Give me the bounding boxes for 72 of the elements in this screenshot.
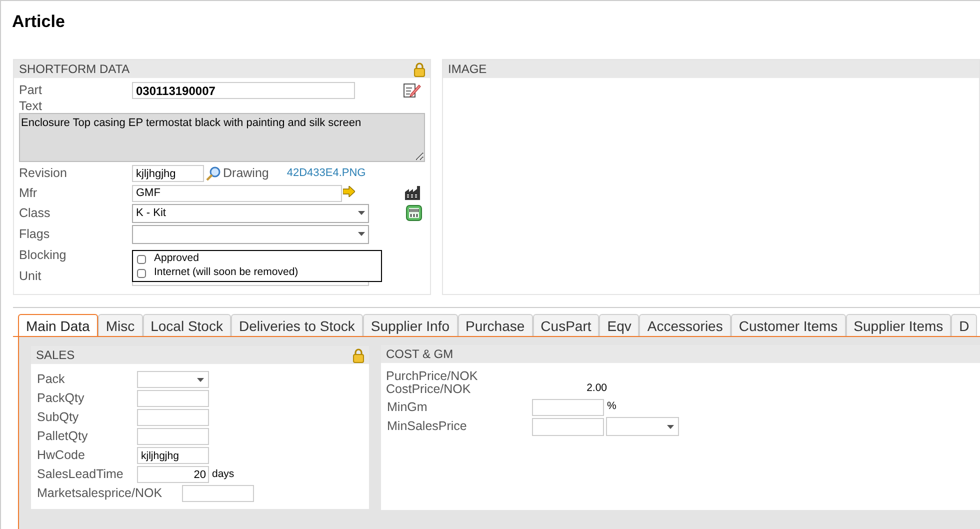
input-field[interactable] xyxy=(182,485,254,502)
cost-value: 2.00 xyxy=(586,381,607,396)
flag-checkbox[interactable] xyxy=(137,268,146,278)
field-label: Flags xyxy=(19,228,51,240)
field-label: Mfr xyxy=(19,186,38,200)
unit-label: % xyxy=(607,399,616,414)
flags-select[interactable] xyxy=(132,224,369,244)
tab[interactable]: Deliveries to Stock xyxy=(230,314,363,336)
field-label: MinGm xyxy=(386,400,428,414)
arrow-right-icon[interactable] xyxy=(343,186,355,196)
mfr-field[interactable]: GMF xyxy=(132,184,342,202)
input-field[interactable] xyxy=(137,428,209,445)
tab[interactable]: Accessories xyxy=(639,314,731,336)
tab[interactable]: Purchase xyxy=(458,314,533,336)
dropdown-caret-icon xyxy=(667,424,674,428)
tab[interactable]: Eqv xyxy=(599,314,640,336)
field-label: SalesLeadTime xyxy=(37,468,124,481)
factory-icon[interactable] xyxy=(405,186,421,200)
flag-option-label[interactable]: Approved xyxy=(154,251,199,267)
file-link[interactable]: 42D433E4.PNG xyxy=(286,165,366,182)
field-label: Unit xyxy=(19,270,42,282)
text-area[interactable]: Enclosure Top casing EP termostat black with painting and silk screen xyxy=(19,112,425,162)
field-label: HwCode xyxy=(37,449,86,462)
page-title: Article xyxy=(12,11,66,33)
field-label: Blocking xyxy=(19,248,66,262)
field-label: Revision xyxy=(19,167,68,180)
input-field[interactable] xyxy=(532,398,604,416)
tab[interactable]: Misc xyxy=(98,314,143,336)
pack-select[interactable] xyxy=(137,371,209,388)
padlock-icon xyxy=(414,62,425,76)
magnifier-icon[interactable] xyxy=(206,166,221,181)
input-field[interactable] xyxy=(532,418,604,436)
input-field[interactable] xyxy=(137,390,209,407)
field-label: Part xyxy=(19,84,43,96)
tab[interactable]: Supplier Info xyxy=(362,314,458,336)
tab[interactable]: Supplier Items xyxy=(846,314,952,336)
revision-field[interactable]: kjljhgjhg xyxy=(132,165,204,182)
field-label: PackQty xyxy=(37,392,86,405)
input-field[interactable]: 20 xyxy=(137,466,209,483)
tab[interactable]: CusPart xyxy=(532,314,600,336)
panel-title: IMAGE xyxy=(448,61,487,78)
input-field[interactable]: kjljhgjhg xyxy=(137,447,209,464)
drawing-label: Drawing xyxy=(223,165,269,182)
field-label: Marketsalesprice/NOK xyxy=(37,487,164,500)
panel-title: COST & GM xyxy=(386,346,454,363)
input-field[interactable] xyxy=(137,409,209,426)
field-label: SubQty xyxy=(37,411,80,424)
field-label: PalletQty xyxy=(37,430,89,443)
padlock-icon xyxy=(353,348,364,362)
dropdown-caret-icon xyxy=(197,378,204,382)
flag-checkbox[interactable] xyxy=(137,254,146,264)
edit-icon[interactable] xyxy=(403,82,421,98)
field-label: Class xyxy=(19,206,52,220)
dropdown-caret-icon xyxy=(358,232,365,236)
tab[interactable]: Main Data xyxy=(18,314,98,336)
dropdown-caret-icon xyxy=(358,211,365,215)
panel-title: SHORTFORM DATA xyxy=(19,61,130,78)
panel-title: SALES xyxy=(36,347,75,364)
field-label: Pack xyxy=(37,373,66,386)
field-label: Text xyxy=(19,100,43,112)
barcode-icon[interactable] xyxy=(406,205,422,221)
part-field[interactable]: 030113190007 xyxy=(132,82,355,99)
tab[interactable]: D xyxy=(951,314,978,336)
unit-label: days xyxy=(212,466,234,482)
tab[interactable]: Customer Items xyxy=(730,314,846,336)
field-label: CostPrice/NOK xyxy=(386,382,472,396)
field-label: PurchPrice/NOK xyxy=(386,370,479,382)
field-label: MinSalesPrice xyxy=(386,420,468,433)
tab[interactable]: Local Stock xyxy=(142,314,231,336)
class-select[interactable]: K - Kit xyxy=(132,204,369,222)
currency-select[interactable] xyxy=(606,417,679,436)
flag-option-label[interactable]: Internet (will soon be removed) xyxy=(154,265,298,281)
